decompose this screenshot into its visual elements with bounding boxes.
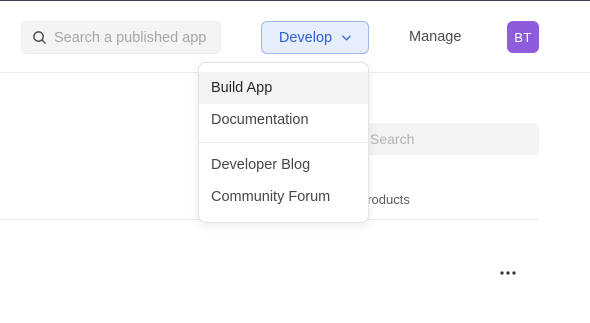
content-search-box[interactable] [350, 123, 539, 155]
develop-menu-button[interactable]: Develop [261, 21, 369, 54]
menu-item-community-forum[interactable]: Community Forum [199, 181, 368, 213]
menu-item-label: Community Forum [211, 189, 331, 205]
app-search-box[interactable] [21, 21, 221, 54]
manage-link[interactable]: Manage [409, 29, 461, 45]
menu-item-label: Documentation [211, 112, 309, 128]
menu-item-developer-blog[interactable]: Developer Blog [199, 149, 368, 181]
content-search-input[interactable] [370, 131, 530, 147]
menu-separator [199, 142, 368, 143]
menu-item-label: Developer Blog [211, 157, 311, 173]
menu-item-build-app[interactable]: Build App [199, 72, 368, 104]
app-search-input[interactable] [54, 29, 206, 46]
user-avatar[interactable]: BT [507, 21, 539, 53]
chevron-down-icon [342, 35, 351, 40]
avatar-initials: BT [514, 29, 532, 45]
menu-item-label: Build App [211, 80, 273, 96]
menu-item-documentation[interactable]: Documentation [199, 104, 368, 136]
more-horizontal-icon[interactable] [497, 262, 519, 284]
develop-button-label: Develop [278, 29, 333, 46]
search-icon [33, 31, 46, 44]
develop-dropdown-menu: Build App Documentation Developer Blog C… [198, 62, 369, 223]
